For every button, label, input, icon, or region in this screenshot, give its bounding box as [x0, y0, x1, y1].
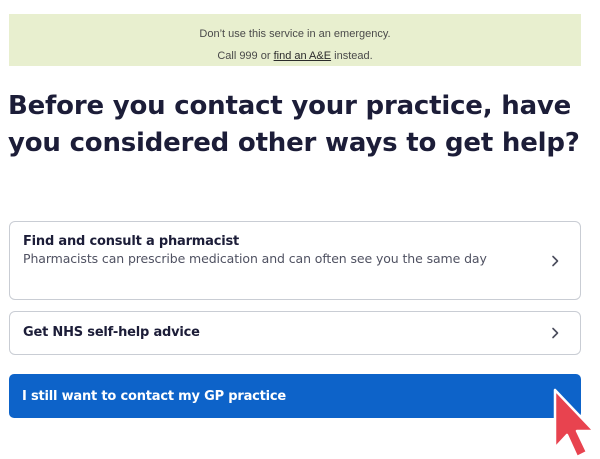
- page-title: Before you contact your practice, have y…: [8, 91, 580, 158]
- pharmacist-option-card[interactable]: Find and consult a pharmacist Pharmacist…: [9, 221, 581, 300]
- chevron-right-icon: [552, 255, 559, 266]
- pharmacist-option-title: Find and consult a pharmacist: [23, 234, 240, 249]
- contact-gp-practice-button[interactable]: I still want to contact my GP practice: [9, 374, 581, 418]
- pharmacist-option-description: Pharmacists can prescribe medication and…: [23, 251, 487, 266]
- notice-line-2: Call 999 or find an A&E instead.: [9, 45, 581, 67]
- self-help-option-card[interactable]: Get NHS self-help advice: [9, 311, 581, 355]
- notice-line-1: Don’t use this service in an emergency.: [199, 28, 391, 40]
- notice-suffix: instead.: [331, 50, 373, 62]
- self-help-option-title: Get NHS self-help advice: [23, 325, 200, 340]
- notice-prefix: Call 999 or: [217, 50, 274, 62]
- chevron-right-icon: [552, 327, 559, 339]
- mouse-pointer-icon: [553, 388, 596, 459]
- find-ae-link[interactable]: find an A&E: [274, 50, 332, 62]
- emergency-notice: Don’t use this service in an emergency. …: [9, 14, 581, 66]
